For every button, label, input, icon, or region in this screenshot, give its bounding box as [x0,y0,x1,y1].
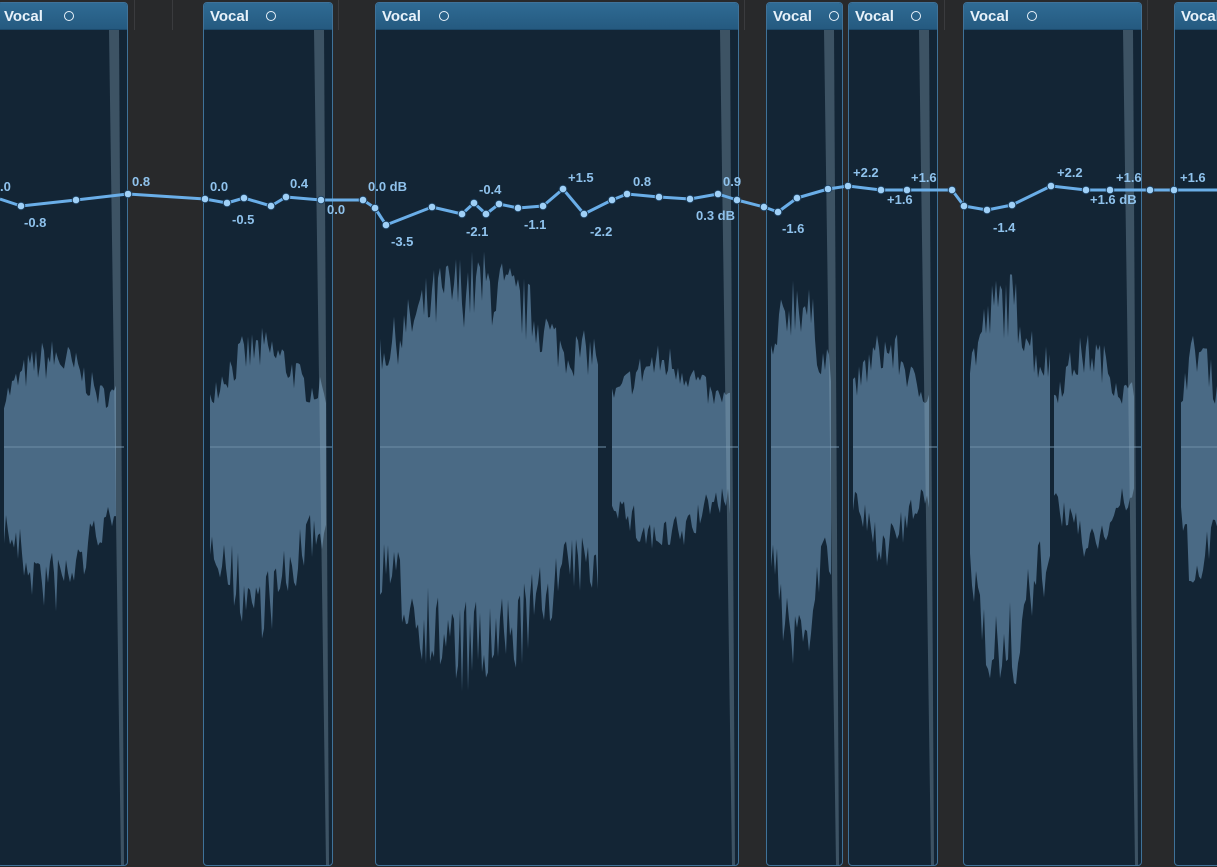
loop-icon[interactable] [1027,11,1037,21]
waveform [853,30,937,865]
waveform [210,30,332,865]
loop-icon[interactable] [64,11,74,21]
audio-region[interactable]: Vocal [0,2,128,866]
waveform [380,30,738,865]
region-header[interactable]: Vocal [376,3,738,30]
region-name: Vocal [382,8,421,25]
region-header[interactable]: Vocal [767,3,842,30]
region-name: Vocal [1181,8,1217,25]
region-header[interactable]: Vocal [204,3,332,30]
region-header[interactable]: Vocal [964,3,1141,30]
waveform [771,30,839,865]
lane-divider [134,0,135,30]
automation-value-label: 0.8 [132,174,150,189]
waveform [4,30,124,865]
waveform-area[interactable] [0,30,127,865]
audio-region[interactable]: Vocal [375,2,739,866]
loop-icon[interactable] [439,11,449,21]
waveform [1181,335,1217,583]
waveform-area[interactable] [376,30,738,865]
loop-icon[interactable] [911,11,921,21]
lane-divider [1147,0,1148,30]
waveform-area[interactable] [849,30,937,865]
region-header[interactable]: Vocal [0,3,127,30]
region-name: Vocal [210,8,249,25]
lane-divider [172,0,173,30]
lane-divider [744,0,745,30]
region-name: Vocal [773,8,812,25]
audio-region[interactable]: Vocal [203,2,333,866]
audio-region[interactable]: Vocal [766,2,843,866]
lane-divider [944,0,945,30]
automation-node[interactable] [1145,185,1155,195]
region-name: Vocal [855,8,894,25]
region-header[interactable]: Vocal [1175,3,1217,30]
audio-region[interactable]: Vocal [963,2,1142,866]
loop-icon[interactable] [829,11,839,21]
arrange-area[interactable]: Vocal Vocal Vocal Vocal Vocal Vocal Voca… [0,0,1217,867]
audio-region[interactable]: Vocal [1174,2,1217,866]
waveform-area[interactable] [1175,30,1217,865]
waveform-area[interactable] [767,30,842,865]
region-name: Vocal [4,8,43,25]
audio-region[interactable]: Vocal [848,2,938,866]
waveform-area[interactable] [204,30,332,865]
waveform-area[interactable] [964,30,1141,865]
lane-divider [338,0,339,30]
region-header[interactable]: Vocal [849,3,937,30]
automation-node[interactable] [947,185,957,195]
waveform [970,30,1141,865]
loop-icon[interactable] [266,11,276,21]
region-name: Vocal [970,8,1009,25]
automation-node[interactable] [358,195,368,205]
